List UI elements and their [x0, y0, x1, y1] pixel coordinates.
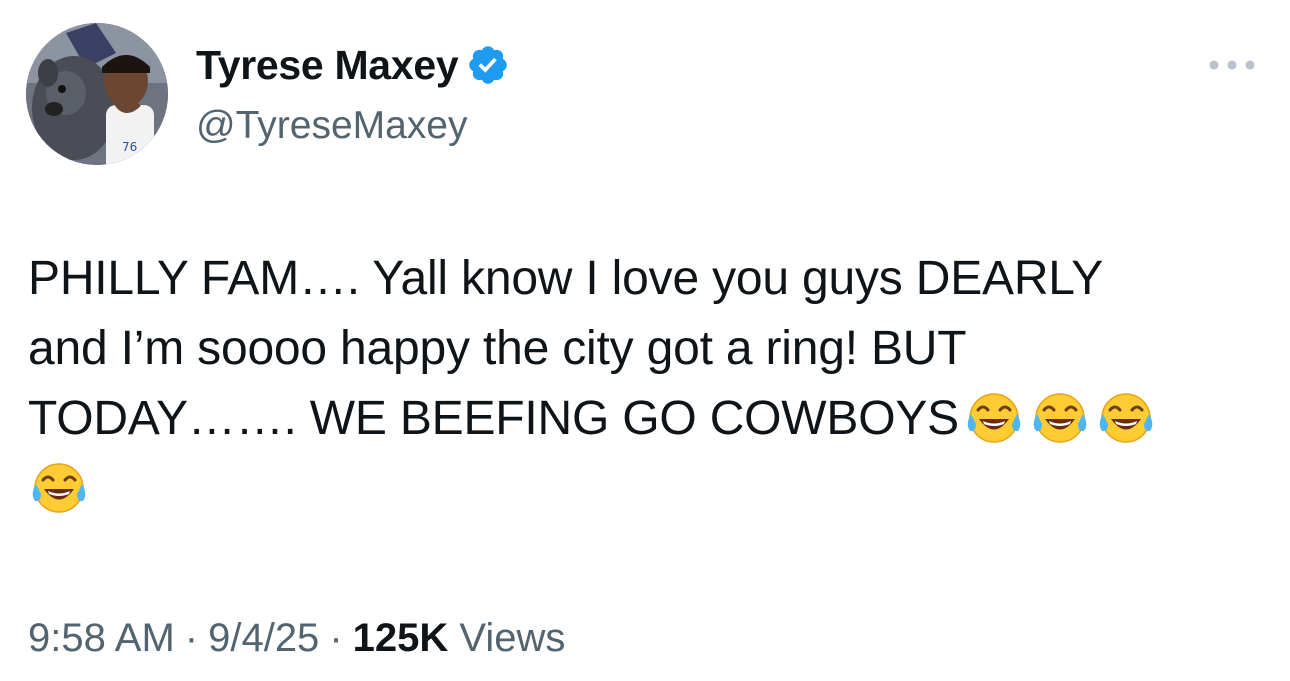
tweet-date[interactable]: 9/4/25 — [208, 616, 319, 660]
tears-of-joy-emoji-icon — [28, 460, 90, 516]
svg-text:76: 76 — [122, 140, 137, 154]
tears-of-joy-emoji-icon — [1029, 390, 1091, 446]
tears-of-joy-emoji-icon — [1095, 390, 1157, 446]
tears-of-joy-emoji-icon — [963, 390, 1025, 446]
more-dots-icon[interactable] — [1204, 50, 1260, 80]
display-name[interactable]: Tyrese Maxey — [196, 38, 459, 92]
verified-badge-icon[interactable] — [466, 43, 510, 87]
tweet-line-2: and I’m soooo happy the city got a ring!… — [28, 322, 967, 375]
tweet-line-1: PHILLY FAM…. Yall know I love you guys D… — [28, 252, 1104, 305]
views-label: Views — [459, 616, 566, 660]
tweet-meta: 9:58 AM · 9/4/25 · 125K Views — [28, 610, 565, 666]
author-info: Tyrese Maxey @TyreseMaxey — [196, 38, 510, 152]
tweet-line-3: TODAY……. WE BEEFING GO COWBOYS — [28, 392, 959, 445]
separator: · — [184, 616, 199, 660]
separator: · — [329, 616, 343, 660]
tweet-card[interactable]: 76 Tyrese Maxey @TyreseMaxey PHILLY FAM…… — [0, 0, 1290, 681]
views-count[interactable]: 125K — [353, 616, 449, 660]
handle[interactable]: @TyreseMaxey — [196, 100, 510, 152]
name-row: Tyrese Maxey — [196, 38, 510, 92]
tweet-text: PHILLY FAM…. Yall know I love you guys D… — [28, 244, 1248, 524]
tweet-time[interactable]: 9:58 AM — [28, 616, 175, 660]
avatar[interactable]: 76 — [26, 23, 168, 165]
